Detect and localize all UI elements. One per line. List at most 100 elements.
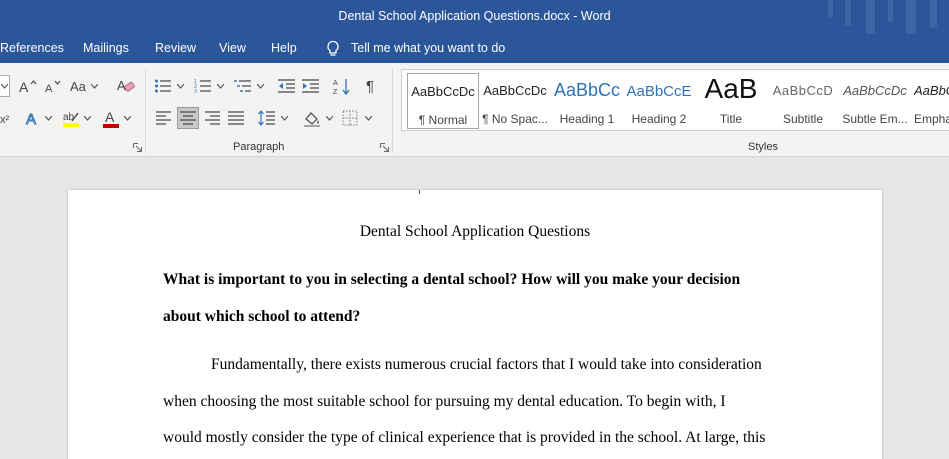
text-effects-icon: A	[26, 110, 37, 127]
numbering-button[interactable]: 1 2 3	[194, 75, 228, 97]
justify-icon	[228, 111, 244, 125]
increase-indent-button[interactable]	[300, 75, 322, 97]
align-right-button[interactable]	[202, 107, 222, 129]
svg-text:A: A	[26, 111, 36, 127]
align-center-icon	[180, 111, 196, 125]
lightbulb-icon[interactable]	[325, 40, 341, 58]
document-area: Dental School Application Questions What…	[0, 157, 949, 459]
sort-icon: A Z	[333, 79, 350, 95]
style-name: ¶ Normal	[418, 113, 468, 127]
paragraph-dialog-launcher-icon[interactable]	[380, 143, 389, 152]
text-effects-button[interactable]: A	[24, 107, 54, 129]
line-spacing-button[interactable]	[258, 107, 290, 129]
chevron-down-icon	[281, 115, 288, 121]
align-left-icon	[156, 111, 171, 125]
style-subtle-emphasis[interactable]: AaBbCcDc Subtle Em...	[839, 73, 911, 129]
highlighter-icon: ab	[63, 112, 79, 127]
pilcrow-icon: ¶	[366, 78, 374, 94]
style-normal[interactable]: AaBbCcDc ¶ Normal	[407, 73, 479, 129]
styles-gallery: AaBbCcDc ¶ Normal AaBbCcDc ¶ No Spac... …	[401, 69, 949, 131]
style-name: Subtitle	[782, 112, 824, 126]
body-line[interactable]: Fundamentally, there exists numerous cru…	[211, 356, 762, 374]
line-spacing-icon	[258, 110, 275, 126]
style-emphasis[interactable]: AaBbCcDc Emphasis	[911, 73, 949, 129]
style-sample: AaBbCc	[553, 80, 621, 100]
svg-text:ab: ab	[63, 112, 75, 123]
group-separator	[392, 69, 393, 153]
borders-button[interactable]	[342, 107, 374, 129]
document-page[interactable]: Dental School Application Questions What…	[68, 190, 882, 459]
increase-indent-icon	[302, 79, 319, 93]
style-title[interactable]: AaB Title	[695, 73, 767, 129]
align-left-button[interactable]	[154, 107, 174, 129]
tab-references[interactable]: References	[0, 41, 64, 55]
decrease-indent-icon	[278, 79, 295, 93]
style-sample: AaBbCcE	[626, 83, 692, 100]
style-sample: AaBbCcDc	[843, 83, 907, 98]
font-color-button[interactable]: A	[102, 107, 134, 129]
style-subtitle[interactable]: AaBbCcD Subtitle	[767, 73, 839, 129]
svg-text:A: A	[19, 79, 29, 94]
question-line[interactable]: about which school to attend?	[163, 308, 360, 326]
superscript-button[interactable]: x²	[0, 107, 12, 129]
tab-help[interactable]: Help	[271, 41, 297, 55]
multilevel-list-icon	[234, 80, 251, 92]
style-sample: AaBbCcD	[772, 83, 834, 98]
svg-text:¶: ¶	[366, 78, 374, 94]
font-dialog-launcher-icon[interactable]	[133, 143, 142, 152]
show-formatting-marks-button[interactable]: ¶	[362, 75, 382, 97]
clear-formatting-button[interactable]: A	[114, 75, 138, 97]
chevron-down-icon	[365, 115, 372, 121]
document-title[interactable]: Dental School Application Questions	[68, 223, 882, 241]
svg-text:A: A	[45, 83, 53, 94]
numbering-icon: 1 2 3	[194, 79, 211, 94]
chevron-down-icon	[177, 83, 184, 89]
sort-button[interactable]: A Z	[331, 75, 353, 97]
chevron-down-icon	[124, 115, 131, 121]
ribbon: A A Aa A x² A ab A 1 2 3 A Z ¶ Paragraph…	[0, 63, 949, 157]
chevron-down-icon	[257, 83, 264, 89]
svg-text:Z: Z	[333, 89, 338, 95]
styles-group-label: Styles	[748, 141, 778, 153]
align-center-button[interactable]	[177, 107, 199, 129]
body-line[interactable]: when choosing the most suitable school f…	[163, 393, 726, 411]
grow-font-button[interactable]: A	[16, 75, 40, 97]
paragraph-group-label: Paragraph	[233, 141, 285, 153]
svg-text:A: A	[333, 80, 338, 87]
decrease-indent-button[interactable]	[276, 75, 298, 97]
font-size-dropdown[interactable]	[0, 75, 10, 97]
shrink-font-icon: A	[45, 80, 61, 94]
question-line[interactable]: What is important to you in selecting a …	[163, 271, 740, 289]
style-heading-1[interactable]: AaBbCc Heading 1	[551, 73, 623, 129]
ribbon-tab-bar: References Mailings Review View Help Tel…	[0, 34, 949, 63]
style-name: ¶ No Spac...	[482, 112, 548, 126]
bullets-icon	[155, 79, 171, 93]
svg-text:A: A	[117, 78, 126, 93]
bullets-button[interactable]	[154, 75, 188, 97]
tell-me-search[interactable]: Tell me what you want to do	[351, 41, 505, 55]
eraser-icon: A	[117, 78, 135, 93]
shading-button[interactable]	[303, 107, 335, 129]
font-color-icon: A	[103, 109, 119, 128]
superscript-icon: x²	[0, 114, 10, 125]
shrink-font-button[interactable]: A	[42, 75, 64, 97]
change-case-button[interactable]: Aa	[70, 75, 104, 97]
style-sample: AaBbCcDc	[914, 83, 949, 98]
highlight-button[interactable]: ab	[62, 107, 94, 129]
tab-mailings[interactable]: Mailings	[83, 41, 129, 55]
grow-font-icon: A	[19, 79, 37, 94]
svg-text:3: 3	[194, 89, 197, 94]
multilevel-list-button[interactable]	[234, 75, 268, 97]
style-name: Heading 1	[559, 112, 615, 126]
tab-view[interactable]: View	[219, 41, 246, 55]
body-line[interactable]: would mostly consider the type of clinic…	[163, 429, 765, 447]
change-case-label: Aa	[70, 78, 86, 94]
style-name: Subtle Em...	[842, 112, 908, 126]
style-heading-2[interactable]: AaBbCcE Heading 2	[623, 73, 695, 129]
style-name: Heading 2	[631, 112, 687, 126]
justify-button[interactable]	[226, 107, 246, 129]
tab-review[interactable]: Review	[155, 41, 196, 55]
style-no-spacing[interactable]: AaBbCcDc ¶ No Spac...	[479, 73, 551, 129]
title-bar: Dental School Application Questions.docx…	[0, 0, 949, 34]
chevron-down-icon	[217, 83, 224, 89]
